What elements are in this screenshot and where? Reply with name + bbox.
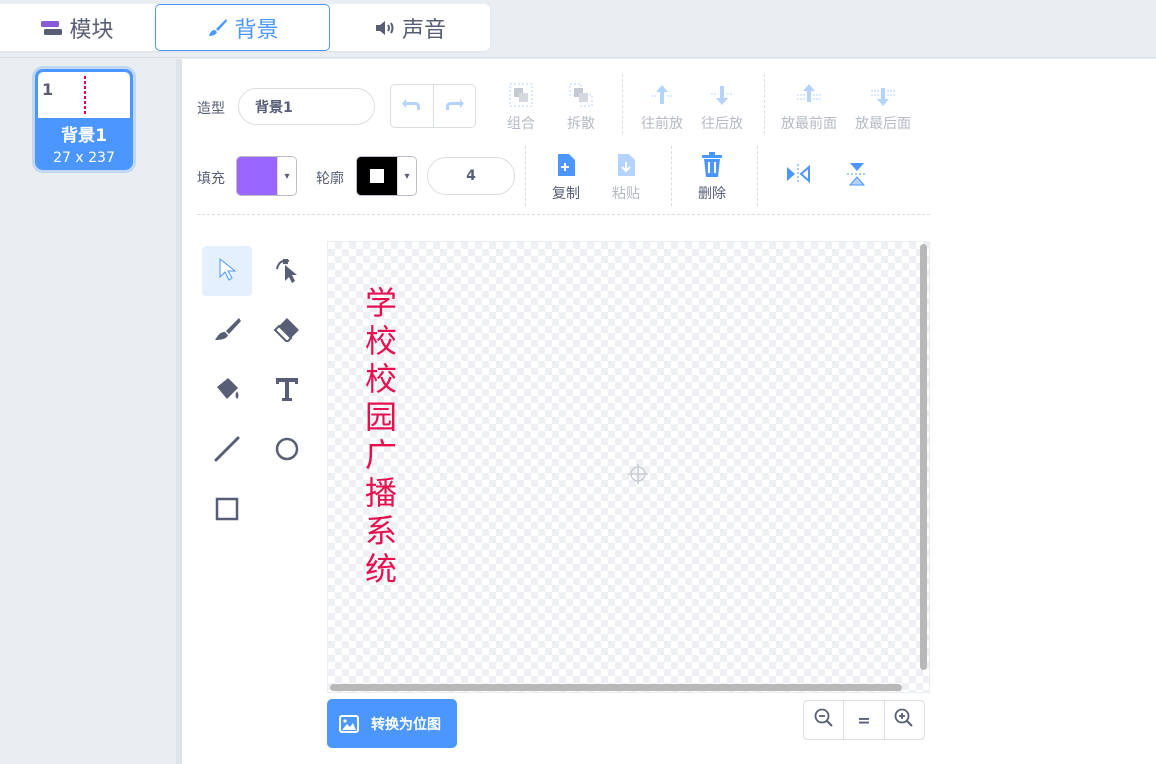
editor-tabs: 模块 背景 声音 [0,0,1156,58]
delete-label: 删除 [698,186,726,202]
costume-name-input[interactable]: 背景1 [238,88,375,125]
ungroup-icon [546,80,616,110]
zoom-controls: = [803,700,925,740]
group-label: 组合 [507,116,535,132]
redo-button[interactable] [432,85,476,127]
speaker-icon [374,19,396,37]
outline-width-input[interactable]: 4 [427,157,515,195]
paint-bucket-icon [213,375,241,407]
toolbar-divider [525,146,526,206]
costume-number: 1 [42,80,54,99]
back-label: 放最后面 [855,116,911,132]
eraser-icon [273,316,301,346]
zoom-out-icon [814,708,834,732]
toolbar-separator [197,214,930,215]
rectangle-tool[interactable] [202,486,252,536]
horizontal-scrollbar[interactable] [330,684,902,691]
delete-button[interactable]: 删除 [677,150,747,203]
line-tool[interactable] [202,426,252,476]
ungroup-button[interactable]: 拆散 [546,80,616,133]
costume-name: 背景1 [61,126,107,146]
fill-color-picker[interactable]: ▾ [236,156,297,196]
zoom-in-button[interactable] [883,701,924,739]
forward-label: 往前放 [641,116,683,132]
outline-label: 轮廓 [316,171,344,187]
costume-label: 造型 [197,101,225,117]
back-button[interactable]: 放最后面 [848,80,918,133]
tab-label: 背景 [234,17,279,43]
flip-horizontal-button[interactable] [773,151,823,201]
reshape-pointer-icon [273,255,301,287]
paste-icon [591,150,661,180]
image-icon [339,714,359,733]
bring-to-front-icon [774,80,844,110]
ungroup-label: 拆散 [567,116,595,132]
zoom-out-button[interactable] [804,701,843,739]
toolbar-divider [764,74,765,134]
backward-button[interactable]: 往后放 [687,80,757,133]
outline-color-swatch [357,157,397,195]
chevron-down-icon: ▾ [397,157,416,195]
arrow-pointer-icon [218,257,237,285]
eraser-tool[interactable] [262,306,312,356]
paste-label: 粘贴 [612,186,640,202]
tab-label: 模块 [69,17,114,43]
toolbar-divider [757,146,758,206]
zoom-reset-label: = [857,710,871,730]
rectangle-icon [214,496,240,526]
reshape-tool[interactable] [262,246,312,296]
line-icon [213,435,241,467]
fill-label: 填充 [197,171,225,187]
blocks-icon [41,20,63,36]
undo-button[interactable] [391,85,433,127]
text-tool[interactable] [262,366,312,416]
costume-thumbnail: 1 [38,72,130,118]
trash-icon [677,150,747,180]
paste-button[interactable]: 粘贴 [591,150,661,203]
select-tool[interactable] [202,246,252,296]
convert-label: 转换为位图 [371,716,441,733]
costume-size: 27 x 237 [53,150,115,166]
copy-label: 复制 [552,186,580,202]
backward-label: 往后放 [701,116,743,132]
fill-color-swatch [237,157,277,195]
fill-tool[interactable] [202,366,252,416]
tab-bar: 模块 背景 声音 [0,4,490,51]
undo-icon [401,97,422,116]
front-button[interactable]: 放最前面 [774,80,844,133]
toolbar-divider [622,74,623,134]
front-label: 放最前面 [781,116,837,132]
tab-backdrops[interactable]: 背景 [155,4,330,51]
brush-icon [213,316,241,346]
vertical-scrollbar[interactable] [920,244,927,670]
flip-vertical-icon [846,161,868,191]
tab-code[interactable]: 模块 [0,4,155,51]
text-icon [274,376,300,406]
thumbnail-text-preview [84,76,86,114]
circle-tool[interactable] [262,426,312,476]
flip-vertical-button[interactable] [832,151,882,201]
outline-color-picker[interactable]: ▾ [356,156,417,196]
undo-redo-group [390,84,476,128]
chevron-down-icon: ▾ [277,157,296,195]
send-to-back-icon [848,80,918,110]
circle-icon [274,436,300,466]
arrow-down-icon [687,80,757,110]
flip-horizontal-icon [785,163,811,189]
convert-to-bitmap-button[interactable]: 转换为位图 [327,699,457,748]
tab-label: 声音 [401,17,446,43]
crosshair-icon [627,463,649,489]
toolbar-divider [671,146,672,206]
paintbrush-icon [206,17,228,39]
tab-sounds[interactable]: 声音 [330,4,490,51]
canvas-text[interactable]: 学校校园广播系统 [361,284,401,588]
redo-icon [444,97,465,116]
costume-item-selected[interactable]: 1 背景1 27 x 237 [35,69,133,170]
zoom-reset-button[interactable]: = [843,701,883,739]
zoom-in-icon [894,708,914,732]
brush-tool[interactable] [202,306,252,356]
